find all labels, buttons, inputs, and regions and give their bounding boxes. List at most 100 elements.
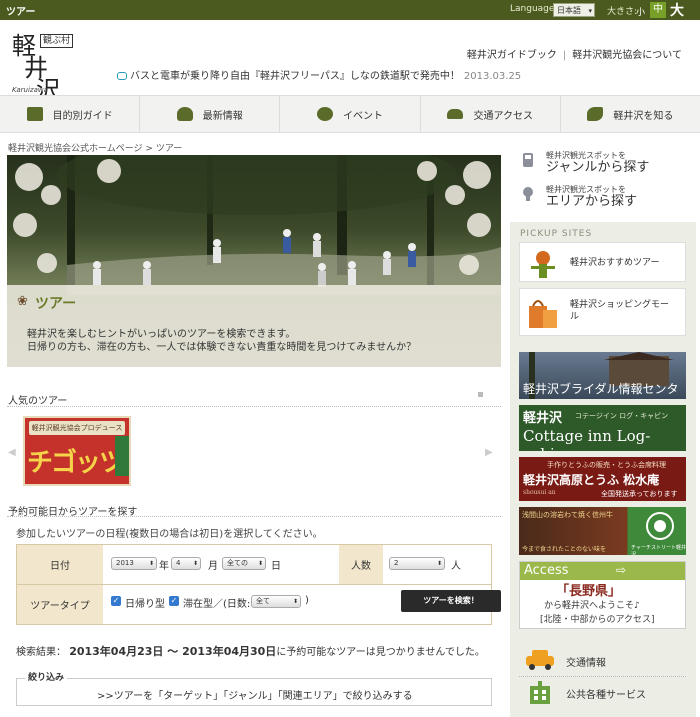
- search-genre-icon: [523, 153, 533, 167]
- filter-link[interactable]: >>ツアーを「ターゲット」「ジャンル」「関連エリア」で絞り込みする: [97, 687, 413, 702]
- sidebar-divider: [519, 676, 686, 677]
- month-select[interactable]: 4 ⬍: [171, 557, 201, 570]
- pickup-card-tour[interactable]: 軽井沢おすすめツアー: [519, 242, 686, 282]
- nav-item-label: イベント: [343, 110, 383, 122]
- language-select[interactable]: 日本語 ▾: [553, 3, 595, 17]
- year-unit: 年: [159, 561, 169, 572]
- stay-label: 滞在型／(日数:: [183, 599, 251, 610]
- stay-checkbox[interactable]: ✓: [169, 596, 179, 606]
- arrow-right-icon: ⇨: [616, 563, 627, 577]
- font-size-large-button[interactable]: 大: [670, 0, 684, 20]
- tofu-banner[interactable]: 手作りとうふの販売・とうふ会席料理 軽井沢高原とうふ 松水庵 shousui a…: [519, 457, 686, 501]
- nav-item-label: 交通アクセス: [473, 110, 533, 122]
- nav-item-news[interactable]: 最新情報: [140, 96, 281, 132]
- tofu-banner-bottom: 全国発送承っております: [601, 490, 678, 498]
- people-select[interactable]: 2 ⬍: [389, 557, 445, 570]
- location-pin-icon: [523, 187, 533, 201]
- people-unit: 人: [451, 561, 461, 572]
- chevron-down-icon: ⬍: [257, 560, 263, 567]
- pickup-title: PICKUP SITES: [520, 229, 593, 239]
- hero-description-line-1: 軽井沢を楽しむヒントがいっぱいのツアーを検索できます。: [27, 329, 296, 340]
- people-label: 人数: [339, 545, 383, 584]
- nav-item-label: 目的別ガイド: [52, 110, 113, 122]
- logo-romaji: Karuizawa: [12, 86, 48, 94]
- chevron-down-icon: ⬍: [148, 560, 154, 567]
- news-date: 2013.03.25: [463, 71, 522, 82]
- genre-search-link[interactable]: 軽井沢観光スポットを ジャンルから探す: [546, 150, 649, 175]
- nav-item-guide[interactable]: 目的別ガイド: [0, 96, 141, 132]
- hero-banner: ❀ ツアー 軽井沢を楽しむヒントがいっぱいのツアーを検索できます。 日帰りの方も…: [7, 155, 501, 367]
- hero-overlay: [7, 285, 501, 367]
- access-banner-pref: 「長野県」: [556, 584, 622, 599]
- car-icon: [526, 650, 554, 670]
- tour-banner-caption: 軽井沢観光協会プロデュース: [29, 421, 125, 435]
- traffic-info-link[interactable]: 交通情報: [566, 654, 606, 669]
- month-unit: 月: [208, 561, 218, 572]
- search-form: 日付 ツアータイプ 2013 ⬍ 年 4 ⬍ 月 全ての ⬍ 日 人数 2 ⬍ 人 ✓ …: [16, 544, 501, 625]
- result-suffix: に予約可能なツアーは見つかりませんでした。: [276, 647, 485, 658]
- genre-search-big: ジャンルから探す: [546, 160, 650, 175]
- carousel-next-button[interactable]: ▶: [485, 447, 493, 458]
- event-icon: [317, 107, 333, 121]
- day-select[interactable]: 全ての ⬍: [222, 557, 266, 570]
- result-prefix: 検索結果：: [16, 647, 66, 658]
- year-select[interactable]: 2013 ⬍: [111, 557, 157, 570]
- filter-box: >>ツアーを「ターゲット」「ジャンル」「関連エリア」で絞り込みする: [16, 678, 492, 706]
- site-logo[interactable]: 軽 観ぶ村 井 沢 Karuizawa: [12, 26, 82, 104]
- area-search-big: エリアから探す: [546, 194, 638, 209]
- breadcrumb[interactable]: 軽井沢観光協会公式ホームページ > ツアー: [8, 141, 182, 154]
- cottage-banner[interactable]: 軽井沢 コテージイン ログ・キャビン Cottage inn Log-cabin: [519, 405, 686, 451]
- bridal-banner[interactable]: 軽井沢ブライダル情報センター: [519, 352, 686, 399]
- mascot-icon: [531, 251, 555, 278]
- bridal-banner-text: 軽井沢ブライダル情報センター: [523, 382, 679, 396]
- top-bar: ツアー Language: 日本語 ▾ 大きさ: 小 中 大: [0, 0, 700, 20]
- people-value: 2: [394, 559, 399, 567]
- access-banner-line3: [北陸・中部からのアクセス]: [540, 615, 655, 625]
- tofu-banner-top: 手作りとうふの販売・とうふ会席料理: [547, 461, 666, 469]
- nav-item-access[interactable]: 交通アクセス: [421, 96, 561, 132]
- beef-banner-top: 浅間山の溶岩わて焼く信州牛: [522, 511, 613, 519]
- about-link[interactable]: 軽井沢観光協会について: [572, 50, 682, 61]
- chevron-down-icon: ⬍: [292, 598, 298, 605]
- stay-days-select[interactable]: 全て ⬍: [251, 595, 301, 608]
- nav-item-events[interactable]: イベント: [280, 96, 421, 132]
- header-links: 軽井沢ガイドブック | 軽井沢観光協会について: [467, 46, 682, 61]
- pickup-card-label-line-2: ル: [570, 312, 580, 322]
- building-icon: [530, 681, 550, 704]
- nav-item-about[interactable]: 軽井沢を知る: [561, 96, 700, 132]
- font-size-small-button[interactable]: 小: [636, 5, 645, 18]
- tour-banner[interactable]: 軽井沢観光協会プロデュース チゴッツア: [23, 416, 131, 486]
- pickup-card-label: 軽井沢ショッピングモー ル: [570, 299, 669, 323]
- search-button[interactable]: ツアーを検索！: [401, 590, 501, 612]
- church-street-logo-icon: [646, 512, 674, 540]
- cottage-banner-top: コテージイン ログ・キャビン: [575, 412, 669, 420]
- section-divider: [7, 406, 501, 407]
- public-services-link[interactable]: 公共各種サービス: [566, 686, 646, 701]
- shopping-bag-icon: [529, 300, 557, 328]
- guidebook-link[interactable]: 軽井沢ガイドブック: [467, 50, 557, 61]
- news-ticker[interactable]: バスと電車が乗り降り自由『軽井沢フリーパス』しなの鉄道駅で発売中！ 2013.03…: [117, 67, 521, 82]
- section-divider: [7, 516, 501, 517]
- beef-banner-bottom: 今まで食されたことのない味を: [522, 546, 606, 553]
- language-value: 日本語: [557, 6, 581, 15]
- beef-banner-right: チャーチストリート軽井沢: [631, 545, 686, 555]
- page-section-title: ツアー: [6, 7, 36, 18]
- pickup-card-label-line-1: 軽井沢ショッピングモー: [570, 300, 670, 310]
- beef-banner[interactable]: 浅間山の溶岩わて焼く信州牛 今まで食されたことのない味を チャーチストリート軽井…: [519, 507, 686, 555]
- access-banner[interactable]: Access ⇨ 「長野県」 から軽井沢へようこそ♪ [北陸・中部からのアクセス…: [519, 561, 686, 629]
- tofu-banner-romaji: shousui an: [523, 489, 556, 496]
- font-size-medium-button[interactable]: 中: [650, 2, 666, 18]
- header-separator: |: [562, 50, 567, 61]
- car-icon: [447, 109, 464, 119]
- result-range: 2013年04月23日 〜 2013年04月30日: [69, 645, 277, 658]
- main-nav: 目的別ガイド 最新情報 イベント 交通アクセス 軽井沢を知る: [0, 95, 700, 133]
- carousel-prev-button[interactable]: ◀: [8, 447, 16, 458]
- month-value: 4: [176, 559, 181, 567]
- area-search-link[interactable]: 軽井沢観光スポットを エリアから探す: [546, 184, 637, 209]
- daytrip-checkbox[interactable]: ✓: [111, 596, 121, 606]
- nav-item-label: 最新情報: [202, 110, 243, 122]
- hero-title: ツアー: [35, 296, 77, 312]
- close-paren: ): [305, 595, 309, 606]
- pickup-card-shopping[interactable]: 軽井沢ショッピングモー ル: [519, 288, 686, 336]
- nav-item-label: 軽井沢を知る: [613, 110, 674, 122]
